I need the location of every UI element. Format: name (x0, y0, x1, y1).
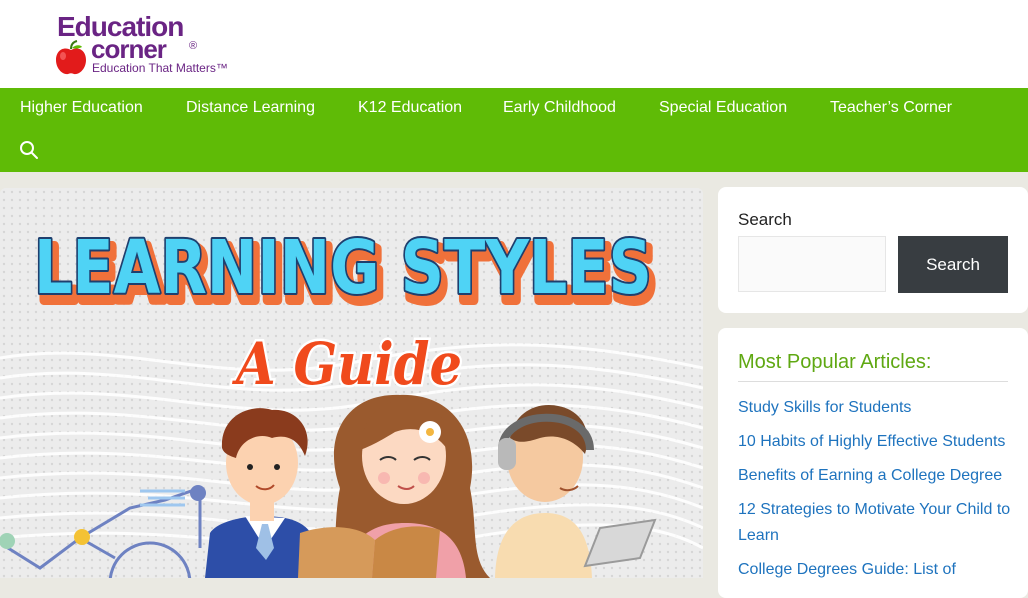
popular-article-link[interactable]: Benefits of Earning a College Degree (738, 463, 1018, 489)
logo-tagline: Education That Matters™ (92, 61, 228, 75)
nav-item-distance-learning[interactable]: Distance Learning (186, 88, 315, 128)
nav-item-k12-education[interactable]: K12 Education (358, 88, 462, 128)
logo-registered-mark: ® (189, 40, 198, 52)
main-navigation: Higher Education Distance Learning K12 E… (0, 88, 1028, 172)
popular-article-link[interactable]: 12 Strategies to Motivate Your Child to … (738, 497, 1018, 549)
search-button[interactable]: Search (898, 236, 1008, 293)
popular-article-link[interactable]: Study Skills for Students (738, 395, 1018, 421)
popular-articles-divider (738, 381, 1008, 382)
site-logo[interactable]: Education corner ® Education That Matter… (54, 12, 244, 78)
search-widget: Search Search (718, 187, 1028, 313)
site-header: Education corner ® Education That Matter… (0, 0, 1028, 88)
search-label: Search (738, 210, 792, 229)
hero-subtitle: A Guide (232, 330, 462, 398)
popular-articles-title: Most Popular Articles: (738, 351, 932, 373)
popular-articles-widget: Most Popular Articles: Study Skills for … (718, 328, 1028, 598)
search-input[interactable] (738, 236, 886, 292)
nav-item-higher-education[interactable]: Higher Education (20, 88, 143, 128)
hero-title-face: LEARNING STYLES (34, 225, 652, 311)
popular-article-link[interactable]: College Degrees Guide: List of (738, 557, 1018, 583)
nav-item-special-education[interactable]: Special Education (659, 88, 787, 128)
popular-article-link[interactable]: 10 Habits of Highly Effective Students (738, 429, 1018, 455)
featured-image: LEARNING STYLES LEARNING STYLES A Guide (0, 188, 703, 578)
nav-item-early-childhood[interactable]: Early Childhood (503, 88, 616, 128)
search-icon[interactable] (19, 140, 39, 160)
logo-text-corner: corner (91, 34, 167, 64)
nav-item-teachers-corner[interactable]: Teacher’s Corner (830, 88, 952, 128)
apple-icon (56, 40, 86, 75)
